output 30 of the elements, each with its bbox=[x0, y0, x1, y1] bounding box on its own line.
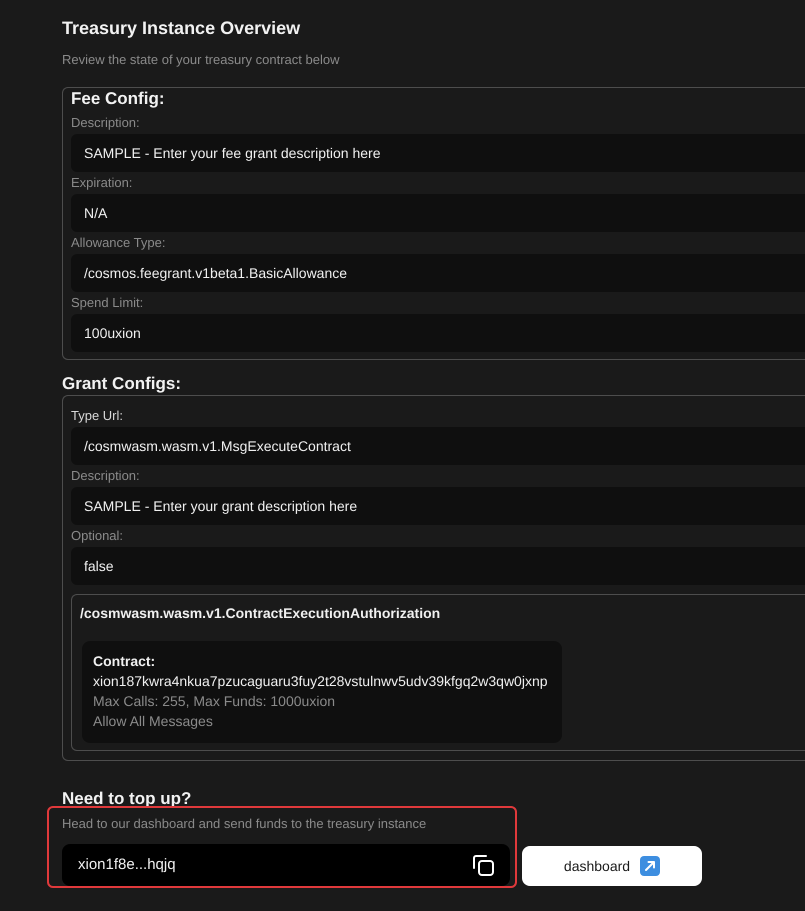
copy-button[interactable] bbox=[471, 853, 495, 877]
field-label: Spend Limit: bbox=[71, 294, 144, 312]
dashboard-button[interactable]: dashboard bbox=[522, 846, 702, 886]
value-field: /cosmos.feegrant.v1beta1.BasicAllowance bbox=[71, 254, 805, 292]
section-heading: Grant Configs: bbox=[62, 373, 182, 395]
field-label: Type Url: bbox=[71, 407, 124, 425]
value-field: SAMPLE - Enter your grant description here bbox=[71, 487, 805, 525]
external-link-icon bbox=[640, 856, 660, 876]
page-subtitle: Review the state of your treasury contract below bbox=[62, 51, 340, 69]
field-label: Description: bbox=[71, 114, 141, 132]
field-label: Expiration: bbox=[71, 174, 134, 192]
authorization-type: /cosmwasm.wasm.v1.ContractExecutionAuthorization bbox=[80, 604, 440, 623]
field-label: Allowance Type: bbox=[71, 234, 166, 252]
section-heading: Fee Config: bbox=[71, 88, 166, 110]
section-heading: Need to top up? bbox=[62, 788, 192, 810]
value-field: N/A bbox=[71, 194, 805, 232]
value-field: false bbox=[71, 547, 805, 585]
value-field: /cosmwasm.wasm.v1.MsgExecuteContract bbox=[71, 427, 805, 465]
field-label: Optional: bbox=[71, 527, 124, 545]
value-field: SAMPLE - Enter your fee grant description here bbox=[71, 134, 805, 172]
top-up-description: Head to our dashboard and send funds to the treasury instance bbox=[62, 815, 428, 833]
address-text: xion1f8e...hqjq bbox=[78, 854, 176, 875]
contract-label: Contract: bbox=[93, 652, 156, 671]
contract-address: xion187kwra4nkua7pzucaguaru3fuy2t28vstulnwv5udv39kfgq2w3qw0jxnp bbox=[93, 672, 548, 691]
contract-limits: Max Calls: 255, Max Funds: 1000uxion bbox=[93, 692, 336, 711]
copy-icon bbox=[471, 853, 495, 877]
value-field: 100uxion bbox=[71, 314, 805, 352]
message-filter: Allow All Messages bbox=[93, 712, 214, 731]
field-label: Description: bbox=[71, 467, 141, 485]
page-title: Treasury Instance Overview bbox=[62, 17, 302, 40]
